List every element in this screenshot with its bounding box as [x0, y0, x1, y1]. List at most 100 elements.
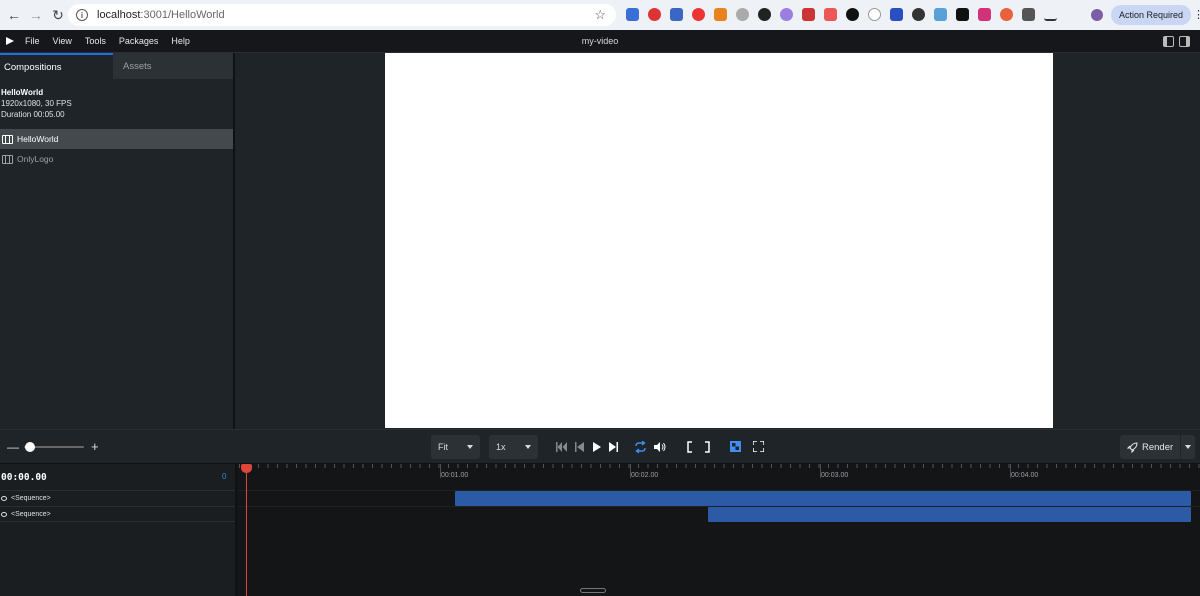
extension-icon[interactable] — [802, 8, 815, 21]
menu-tools[interactable]: Tools — [85, 36, 106, 46]
extension-icon[interactable] — [736, 8, 749, 21]
composition-info-name: HelloWorld — [1, 88, 44, 97]
chevron-down-icon — [525, 445, 531, 449]
ruler-ticks — [239, 464, 1200, 468]
tab-search-icon[interactable] — [1044, 8, 1057, 21]
film-icon — [2, 154, 13, 164]
ruler-label: 00:03.00 — [821, 472, 849, 479]
checkerboard-icon[interactable] — [730, 441, 741, 452]
extension-icon[interactable] — [846, 8, 859, 21]
forward-icon[interactable]: → — [28, 7, 44, 23]
back-icon[interactable]: ← — [6, 7, 22, 23]
player-controls: — + Fit 1x Render — [0, 429, 1200, 464]
preview-stage — [237, 53, 1200, 429]
extension-icon[interactable] — [780, 8, 793, 21]
menu-packages[interactable]: Packages — [119, 36, 159, 46]
composition-item-helloworld[interactable]: HelloWorld — [0, 129, 233, 149]
rocket-icon — [1127, 442, 1138, 453]
in-point-icon[interactable] — [687, 441, 693, 453]
zoom-out-icon[interactable]: — — [7, 440, 19, 454]
loop-icon[interactable] — [634, 441, 647, 453]
extension-icon[interactable] — [758, 8, 771, 21]
browser-toolbar: ← → ↻ i localhost:3001/HelloWorld ☆ Acti… — [0, 0, 1200, 30]
toggle-right-panel-icon[interactable] — [1179, 36, 1190, 47]
jump-to-start-icon[interactable] — [556, 441, 568, 453]
tab-assets[interactable]: Assets — [113, 53, 233, 79]
chevron-down-icon — [467, 445, 473, 449]
extension-icon[interactable] — [956, 8, 969, 21]
play-icon[interactable] — [592, 441, 602, 453]
action-required-button[interactable]: Action Required — [1111, 5, 1191, 25]
frame-counter: 0 — [222, 472, 227, 481]
composition-info: HelloWorld 1920x1080, 30 FPS Duration 00… — [0, 79, 233, 120]
address-bar[interactable]: i localhost:3001/HelloWorld ☆ — [68, 4, 616, 26]
menu-help[interactable]: Help — [171, 36, 190, 46]
puzzle-icon[interactable] — [1022, 8, 1035, 21]
render-button[interactable]: Render — [1120, 435, 1180, 459]
size-select[interactable]: Fit — [431, 435, 480, 459]
app-logo-icon — [6, 37, 14, 45]
track-label-text: <Sequence> — [11, 510, 51, 518]
track-label-sequence[interactable]: <Sequence> — [0, 506, 235, 522]
step-forward-icon[interactable] — [608, 441, 618, 453]
extension-icon[interactable] — [868, 8, 881, 21]
composition-list: HelloWorld OnlyLogo — [0, 129, 233, 169]
sequence-bar[interactable] — [707, 507, 1191, 522]
extension-icon[interactable] — [692, 8, 705, 21]
url-text: localhost:3001/HelloWorld — [97, 9, 225, 21]
panel-resize-handle[interactable] — [580, 588, 606, 593]
extension-icon[interactable] — [1000, 8, 1013, 21]
extension-icon[interactable] — [670, 8, 683, 21]
app-menubar: File View Tools Packages Help my-video — [0, 30, 1200, 53]
more-menu-icon[interactable]: ⋮ — [1193, 8, 1200, 21]
extension-icon[interactable] — [934, 8, 947, 21]
preview-canvas[interactable] — [385, 53, 1053, 428]
layout-toggles — [1163, 36, 1190, 47]
size-select-value: Fit — [438, 442, 448, 452]
profile-avatar[interactable] — [1091, 9, 1103, 21]
composition-item-label: HelloWorld — [17, 134, 59, 144]
timeline-ruler[interactable]: 00:01.00 00:02.00 00:03.00 00:04.00 — [239, 464, 1200, 490]
playhead-handle[interactable] — [241, 464, 252, 473]
sequence-bar[interactable] — [455, 491, 1191, 506]
timecode-display[interactable]: 00:00.00 — [1, 472, 47, 483]
extension-icon[interactable] — [912, 8, 925, 21]
composition-item-onlylogo[interactable]: OnlyLogo — [0, 149, 233, 169]
extension-icon[interactable] — [648, 8, 661, 21]
extension-icon[interactable] — [626, 8, 639, 21]
bookmark-star-icon[interactable]: ☆ — [594, 7, 606, 23]
reload-icon[interactable]: ↻ — [50, 7, 66, 23]
site-info-icon[interactable]: i — [76, 9, 88, 21]
zoom-in-icon[interactable]: + — [91, 439, 99, 454]
track-lane — [239, 490, 1200, 506]
zoom-slider-knob[interactable] — [24, 442, 35, 452]
eye-icon[interactable] — [1, 496, 7, 501]
menu-file[interactable]: File — [25, 36, 40, 46]
tab-compositions[interactable]: Compositions — [0, 53, 113, 79]
playhead-line[interactable] — [246, 468, 247, 596]
speed-select[interactable]: 1x — [489, 435, 538, 459]
eye-icon[interactable] — [1, 511, 7, 517]
extension-icon[interactable] — [824, 8, 837, 21]
composition-info-duration: Duration 00:05.00 — [1, 110, 65, 119]
step-back-icon[interactable] — [575, 441, 585, 453]
ruler-label: 00:01.00 — [441, 472, 469, 479]
sidebar-tabs: Compositions Assets — [0, 53, 233, 79]
extension-icon[interactable] — [714, 8, 727, 21]
composition-item-label: OnlyLogo — [17, 154, 54, 164]
volume-icon[interactable] — [654, 441, 666, 453]
extension-icon[interactable] — [890, 8, 903, 21]
fullscreen-icon[interactable] — [753, 441, 764, 452]
composition-info-resolution: 1920x1080, 30 FPS — [1, 99, 72, 108]
toggle-left-panel-icon[interactable] — [1163, 36, 1174, 47]
out-point-icon[interactable] — [704, 441, 710, 453]
extension-icon[interactable] — [978, 8, 991, 21]
menu-view[interactable]: View — [53, 36, 72, 46]
speed-select-value: 1x — [496, 442, 506, 452]
track-label-sequence[interactable]: <Sequence> — [0, 490, 235, 506]
timeline: 00:00.00 0 <Sequence> <Sequence> 00:01.0… — [0, 464, 1200, 596]
film-icon — [2, 134, 13, 144]
extensions-bar — [626, 8, 1057, 21]
render-options-button[interactable] — [1180, 435, 1195, 459]
track-label-text: <Sequence> — [11, 495, 51, 502]
